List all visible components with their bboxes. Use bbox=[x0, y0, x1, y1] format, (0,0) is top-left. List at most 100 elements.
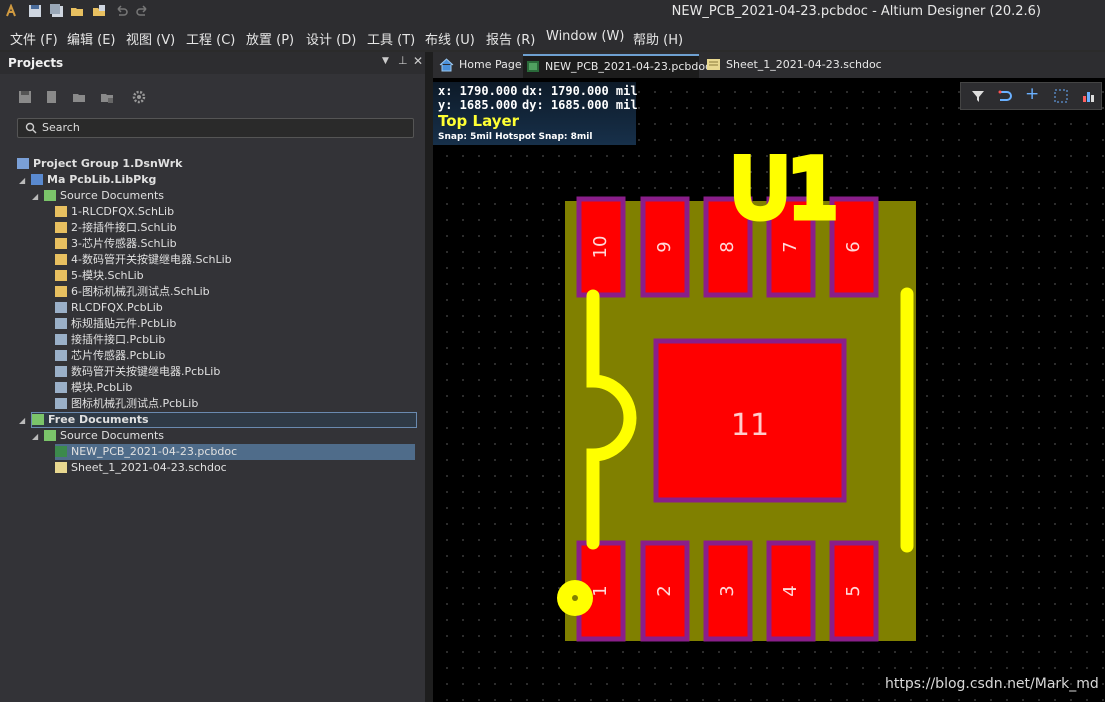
menu-bar: 文件 (F) 编辑 (E) 视图 (V) 工程 (C) 放置 (P) 设计 (D… bbox=[0, 24, 1105, 50]
window-title: NEW_PCB_2021-04-23.pcbdoc - Altium Desig… bbox=[671, 4, 1041, 19]
tree-item[interactable]: Sheet_1_2021-04-23.schdoc bbox=[55, 460, 415, 476]
menu-window[interactable]: Window (W) bbox=[546, 29, 624, 44]
menu-design[interactable]: 设计 (D) bbox=[306, 29, 356, 48]
hud-y: y: 1685.000 bbox=[438, 98, 518, 112]
pcblib-icon bbox=[55, 302, 67, 313]
chart-icon[interactable] bbox=[1082, 89, 1096, 103]
close-icon[interactable]: ✕ bbox=[413, 54, 423, 68]
coordinate-hud: x: 1790.000 dx: 1790.000 mil y: 1685.000… bbox=[433, 82, 638, 145]
schlib-icon bbox=[55, 222, 67, 233]
tree-item[interactable]: NEW_PCB_2021-04-23.pcbdoc bbox=[55, 444, 415, 460]
tree-item[interactable]: 3-芯片传感器.SchLib bbox=[55, 236, 415, 252]
tree-item[interactable]: Source Documents bbox=[44, 428, 415, 444]
tree-item-label: 6-图标机械孔测试点.SchLib bbox=[71, 285, 210, 298]
home-icon bbox=[439, 58, 454, 72]
tree-item[interactable]: 图标机械孔测试点.PcbLib bbox=[55, 396, 415, 412]
tree-item[interactable]: Project Group 1.DsnWrk bbox=[17, 156, 415, 172]
canvas-toolbar: + bbox=[960, 82, 1102, 110]
watermark: https://blog.csdn.net/Mark_md bbox=[885, 676, 1099, 692]
expand-toggle-icon[interactable]: ◢ bbox=[19, 176, 25, 185]
tree-item-label: 图标机械孔测试点.PcbLib bbox=[71, 397, 199, 410]
tree-item[interactable]: 接插件接口.PcbLib bbox=[55, 332, 415, 348]
select-rect-icon[interactable] bbox=[1054, 89, 1068, 103]
tab-label: Home Page bbox=[459, 58, 522, 71]
tree-item[interactable]: 芯片传感器.PcbLib bbox=[55, 348, 415, 364]
tab-pcbdoc[interactable]: NEW_PCB_2021-04-23.pcbdoc bbox=[523, 54, 711, 78]
tab-schdoc[interactable]: Sheet_1_2021-04-23.schdoc bbox=[703, 54, 882, 76]
tree-item[interactable]: Source Documents bbox=[44, 188, 415, 204]
tree-item[interactable]: Ma PcbLib.LibPkg bbox=[31, 172, 415, 188]
tree-item-label: Source Documents bbox=[60, 429, 164, 442]
pad-3-label: 3 bbox=[717, 585, 738, 596]
add-existing-icon[interactable] bbox=[72, 90, 86, 104]
undo-icon[interactable] bbox=[114, 4, 128, 18]
pcblib-icon bbox=[55, 334, 67, 345]
document-tab-bar: Home Page NEW_PCB_2021-04-23.pcbdoc Shee… bbox=[433, 52, 1105, 78]
menu-tools[interactable]: 工具 (T) bbox=[367, 29, 415, 48]
compile-icon[interactable] bbox=[45, 90, 59, 104]
tab-home-page[interactable]: Home Page bbox=[437, 54, 522, 76]
tree-item-label: 接插件接口.PcbLib bbox=[71, 333, 166, 346]
filter-icon[interactable] bbox=[971, 89, 985, 103]
remove-icon[interactable] bbox=[100, 90, 114, 104]
menu-project[interactable]: 工程 (C) bbox=[186, 29, 235, 48]
expand-toggle-icon[interactable]: ◢ bbox=[32, 192, 38, 201]
pcblib-icon bbox=[55, 382, 67, 393]
schlib-icon bbox=[55, 270, 67, 281]
schdoc-icon bbox=[707, 59, 720, 70]
panel-menu-icon[interactable]: ▼ bbox=[382, 56, 389, 66]
pcblib-icon bbox=[55, 350, 67, 361]
open-folder-icon[interactable] bbox=[70, 4, 84, 18]
title-bar: NEW_PCB_2021-04-23.pcbdoc - Altium Desig… bbox=[0, 0, 1105, 24]
tree-item[interactable]: 2-接插件接口.SchLib bbox=[55, 220, 415, 236]
tree-item[interactable]: 数码管开关按键继电器.PcbLib bbox=[55, 364, 415, 380]
workspace-icon bbox=[17, 158, 29, 169]
open-project-icon[interactable] bbox=[92, 4, 106, 18]
tree-item[interactable]: 1-RLCDFQX.SchLib bbox=[55, 204, 415, 220]
save-icon[interactable] bbox=[28, 4, 42, 18]
tree-item-label: Source Documents bbox=[60, 189, 164, 202]
save-all-icon[interactable] bbox=[50, 4, 64, 18]
menu-edit[interactable]: 编辑 (E) bbox=[67, 29, 116, 48]
pin-icon[interactable]: ⊥ bbox=[398, 54, 408, 67]
tree-item[interactable]: Free Documents bbox=[31, 412, 417, 428]
menu-place[interactable]: 放置 (P) bbox=[246, 29, 294, 48]
tree-item-label: Sheet_1_2021-04-23.schdoc bbox=[71, 461, 227, 474]
panel-header: Projects ▼ ⊥ ✕ bbox=[0, 52, 425, 74]
menu-help[interactable]: 帮助 (H) bbox=[633, 29, 683, 48]
folder-icon bbox=[44, 430, 56, 441]
tree-item-label: 4-数码管开关按键继电器.SchLib bbox=[71, 253, 232, 266]
menu-reports[interactable]: 报告 (R) bbox=[486, 29, 535, 48]
tree-item[interactable]: RLCDFQX.PcbLib bbox=[55, 300, 415, 316]
tree-item[interactable]: 6-图标机械孔测试点.SchLib bbox=[55, 284, 415, 300]
folder-icon bbox=[44, 190, 56, 201]
pcb-canvas[interactable]: 10 9 8 7 6 1 2 3 4 5 11 U1 bbox=[433, 78, 1105, 702]
schdoc-icon bbox=[55, 462, 67, 473]
pcblib-icon bbox=[55, 318, 67, 329]
redo-icon[interactable] bbox=[136, 4, 150, 18]
tree-item[interactable]: 标规插贴元件.PcbLib bbox=[55, 316, 415, 332]
menu-route[interactable]: 布线 (U) bbox=[425, 29, 475, 48]
tree-item[interactable]: 模块.PcbLib bbox=[55, 380, 415, 396]
expand-toggle-icon[interactable]: ◢ bbox=[19, 416, 25, 425]
tree-item-label: Ma PcbLib.LibPkg bbox=[47, 173, 157, 186]
tree-item-label: NEW_PCB_2021-04-23.pcbdoc bbox=[71, 445, 238, 458]
tree-item[interactable]: 5-模块.SchLib bbox=[55, 268, 415, 284]
tab-label: Sheet_1_2021-04-23.schdoc bbox=[726, 58, 882, 71]
expand-toggle-icon[interactable]: ◢ bbox=[32, 432, 38, 441]
schlib-icon bbox=[55, 254, 67, 265]
pad-11-label: 11 bbox=[731, 408, 769, 443]
panel-splitter[interactable] bbox=[425, 52, 433, 702]
pad-9-label: 9 bbox=[654, 241, 675, 252]
settings-gear-icon[interactable] bbox=[132, 90, 146, 104]
menu-file[interactable]: 文件 (F) bbox=[10, 29, 58, 48]
search-field[interactable]: Search bbox=[17, 118, 414, 138]
designator-silk: U1 bbox=[732, 145, 839, 235]
tree-item[interactable]: 4-数码管开关按键继电器.SchLib bbox=[55, 252, 415, 268]
place-plus-icon[interactable]: + bbox=[1025, 84, 1039, 104]
tree-item-label: 模块.PcbLib bbox=[71, 381, 133, 394]
save-project-icon[interactable] bbox=[18, 90, 32, 104]
pad-7-label: 7 bbox=[780, 241, 801, 252]
interactive-route-icon[interactable] bbox=[998, 89, 1012, 103]
menu-view[interactable]: 视图 (V) bbox=[126, 29, 175, 48]
